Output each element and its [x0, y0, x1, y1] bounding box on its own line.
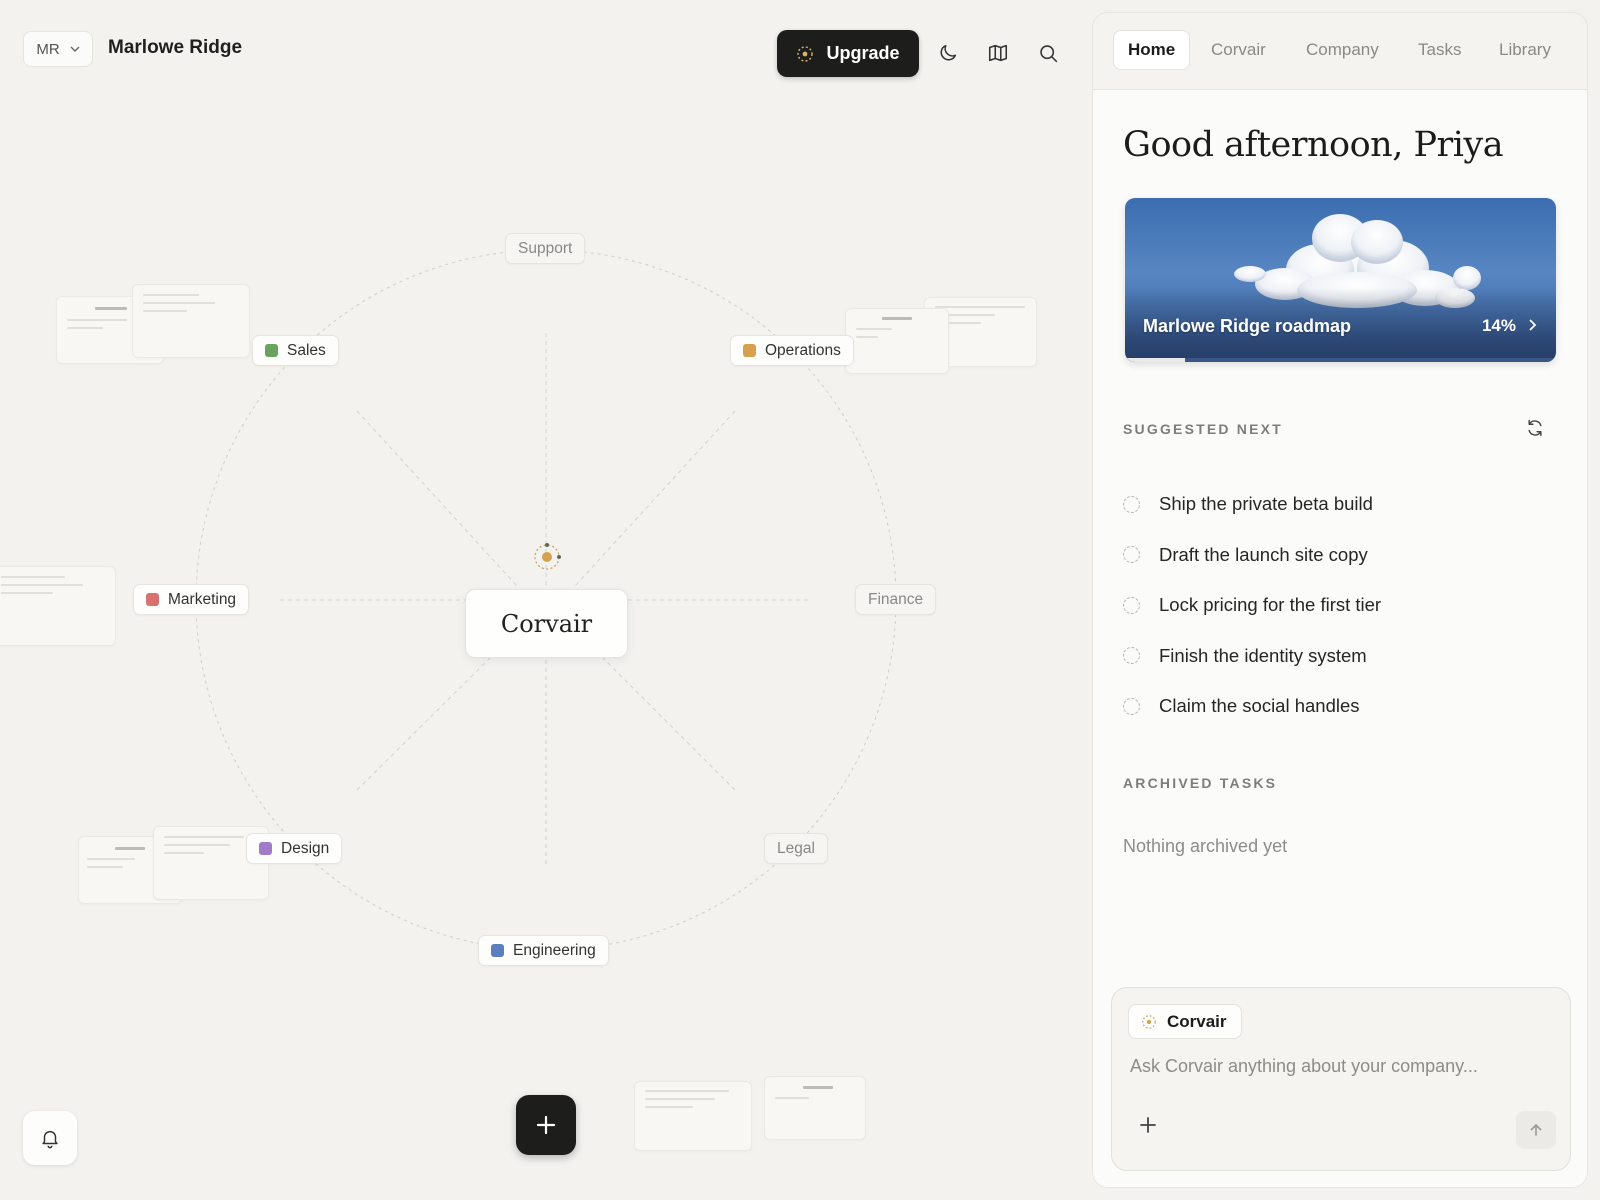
- refresh-icon[interactable]: [1525, 418, 1545, 438]
- bell-icon: [42, 1130, 58, 1149]
- panel-tabbar: Home Corvair Company Tasks Library: [1093, 13, 1587, 90]
- roadmap-title: Marlowe Ridge roadmap: [1143, 316, 1352, 336]
- roadmap-card[interactable]: Marlowe Ridge roadmap 14%: [1125, 198, 1556, 362]
- node-design[interactable]: Design: [246, 833, 343, 864]
- task-label: Ship the private beta build: [1159, 493, 1373, 515]
- ghost-card: [845, 308, 949, 374]
- tab-library[interactable]: Library: [1499, 30, 1551, 70]
- task-label: Draft the launch site copy: [1159, 543, 1368, 565]
- node-sales[interactable]: Sales: [252, 335, 339, 366]
- task-checkbox[interactable]: [1123, 596, 1140, 614]
- node-sales-label: Sales: [287, 341, 326, 359]
- task-checkbox[interactable]: [1123, 546, 1140, 564]
- plus-icon: [536, 1115, 556, 1135]
- ghost-card: [634, 1081, 752, 1151]
- node-marketing[interactable]: Marketing: [133, 584, 250, 615]
- node-marketing-label: Marketing: [168, 590, 237, 608]
- task-item[interactable]: Claim the social handles: [1123, 681, 1543, 732]
- task-item[interactable]: Lock pricing for the first tier: [1123, 580, 1543, 631]
- arrow-up-icon: [1530, 1124, 1542, 1136]
- task-label: Claim the social handles: [1159, 695, 1360, 717]
- tab-home[interactable]: Home: [1113, 30, 1191, 70]
- node-operations-label: Operations: [765, 341, 841, 359]
- ask-input[interactable]: [1130, 1056, 1550, 1077]
- marketing-swatch: [146, 593, 159, 606]
- chat-composer: Corvair: [1111, 987, 1571, 1171]
- node-finance-label: Finance: [868, 590, 924, 608]
- operations-swatch: [743, 344, 756, 357]
- corvair-agent-icon: [532, 542, 562, 577]
- suggested-task-list: Ship the private beta build Draft the la…: [1123, 479, 1543, 732]
- roadmap-progress-fill: [1125, 358, 1186, 362]
- task-checkbox[interactable]: [1123, 647, 1140, 665]
- center-node-corvair[interactable]: Corvair: [465, 589, 628, 658]
- node-finance[interactable]: Finance: [855, 584, 937, 615]
- node-legal[interactable]: Legal: [764, 833, 828, 864]
- task-checkbox[interactable]: [1123, 495, 1140, 513]
- roadmap-progress-label: 14%: [1481, 316, 1516, 335]
- home-panel: Home Corvair Company Tasks Library Good …: [1092, 12, 1588, 1188]
- sales-swatch: [265, 344, 278, 357]
- attach-plus-icon[interactable]: [1136, 1113, 1160, 1137]
- greeting: Good afternoon, Priya: [1123, 125, 1504, 165]
- chevron-right-icon: [1529, 319, 1537, 331]
- node-operations[interactable]: Operations: [730, 335, 854, 366]
- task-item[interactable]: Finish the identity system: [1123, 631, 1543, 682]
- tab-corvair[interactable]: Corvair: [1211, 30, 1266, 70]
- archived-empty-state: Nothing archived yet: [1123, 836, 1288, 856]
- tab-tasks[interactable]: Tasks: [1418, 30, 1461, 70]
- agent-chip[interactable]: Corvair: [1128, 1004, 1242, 1039]
- ghost-card: [0, 566, 116, 646]
- task-item[interactable]: Draft the launch site copy: [1123, 530, 1543, 581]
- node-support-label: Support: [518, 239, 573, 257]
- node-legal-label: Legal: [777, 839, 815, 857]
- ghost-card: [764, 1076, 866, 1140]
- task-label: Finish the identity system: [1159, 644, 1367, 666]
- add-node-button[interactable]: [516, 1095, 576, 1155]
- node-engineering-label: Engineering: [513, 941, 596, 959]
- sparkle-icon: [1142, 1014, 1156, 1029]
- archived-heading: ARCHIVED TASKS: [1123, 775, 1278, 791]
- ghost-card: [132, 284, 250, 358]
- engineering-swatch: [491, 944, 504, 957]
- node-engineering[interactable]: Engineering: [478, 935, 609, 966]
- task-checkbox[interactable]: [1123, 697, 1140, 715]
- design-swatch: [259, 842, 272, 855]
- roadmap-progress-track: [1125, 358, 1556, 362]
- task-item[interactable]: Ship the private beta build: [1123, 479, 1543, 530]
- send-button[interactable]: [1516, 1111, 1556, 1149]
- node-support[interactable]: Support: [505, 233, 586, 264]
- task-label: Lock pricing for the first tier: [1159, 594, 1382, 616]
- agent-chip-label: Corvair: [1167, 1011, 1227, 1031]
- tab-company[interactable]: Company: [1306, 30, 1379, 70]
- notifications-button[interactable]: [23, 1111, 77, 1165]
- suggested-heading: SUGGESTED NEXT: [1123, 421, 1283, 437]
- node-design-label: Design: [281, 839, 330, 857]
- cloud-image: [1125, 198, 1556, 362]
